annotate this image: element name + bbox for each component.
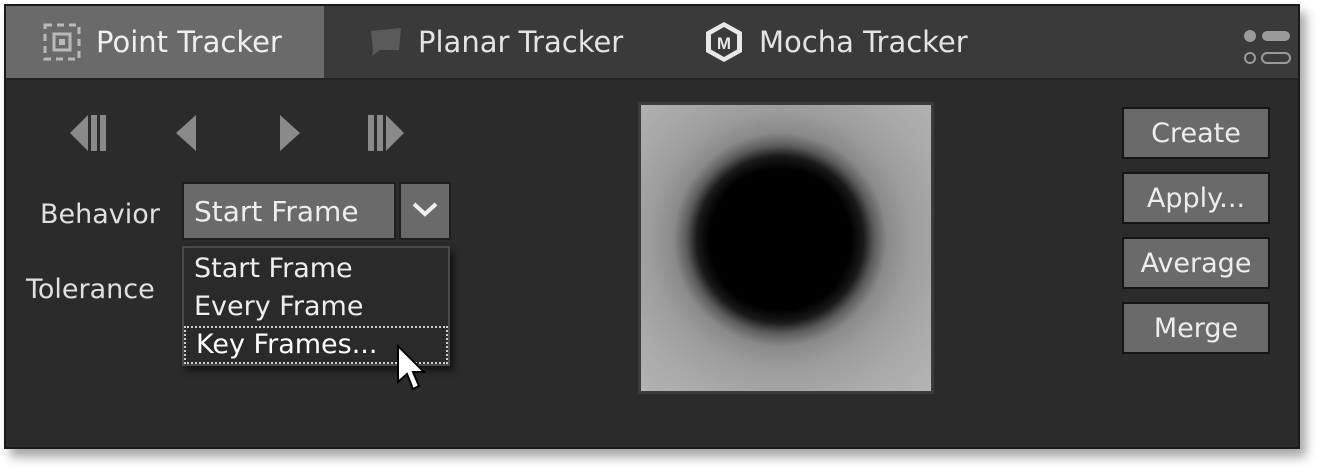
behavior-select[interactable]: Start Frame [182, 182, 396, 240]
behavior-dropdown-button[interactable] [399, 182, 451, 240]
tab-point-tracker[interactable]: Point Tracker [6, 6, 324, 78]
dropdown-option-start-frame[interactable]: Start Frame [184, 250, 448, 288]
tab-mocha-tracker[interactable]: M Mocha Tracker [703, 6, 1008, 78]
options-menu-icon[interactable] [1242, 28, 1292, 72]
point-tracker-icon [42, 22, 82, 62]
merge-button[interactable]: Merge [1122, 302, 1270, 354]
create-button[interactable]: Create [1122, 107, 1270, 159]
behavior-select-value: Start Frame [194, 194, 359, 228]
mocha-m-icon: M [703, 20, 745, 64]
tab-bar: Point Tracker Planar Tracker M Mocha Tra… [6, 6, 1298, 80]
tab-planar-tracker-label: Planar Tracker [418, 25, 624, 59]
behavior-label: Behavior [40, 199, 160, 230]
tolerance-label: Tolerance [26, 274, 155, 305]
planar-tracker-icon [368, 26, 404, 58]
jump-to-start-icon[interactable] [66, 111, 110, 159]
step-forward-icon[interactable] [274, 111, 304, 159]
step-back-icon[interactable] [172, 111, 202, 159]
apply-button[interactable]: Apply... [1122, 172, 1270, 224]
mouse-cursor-icon [396, 343, 427, 396]
mocha-icon-letter: M [717, 34, 731, 53]
average-button[interactable]: Average [1122, 237, 1270, 289]
tab-planar-tracker[interactable]: Planar Tracker [368, 6, 623, 78]
jump-to-end-icon[interactable] [364, 111, 408, 159]
dropdown-option-every-frame[interactable]: Every Frame [184, 288, 448, 326]
chevron-down-icon [411, 200, 439, 222]
tracker-panel: Point Tracker Planar Tracker M Mocha Tra… [4, 4, 1300, 449]
tracker-preview-image [638, 102, 934, 394]
tab-mocha-tracker-label: Mocha Tracker [759, 25, 968, 59]
tab-point-tracker-label: Point Tracker [96, 25, 282, 59]
